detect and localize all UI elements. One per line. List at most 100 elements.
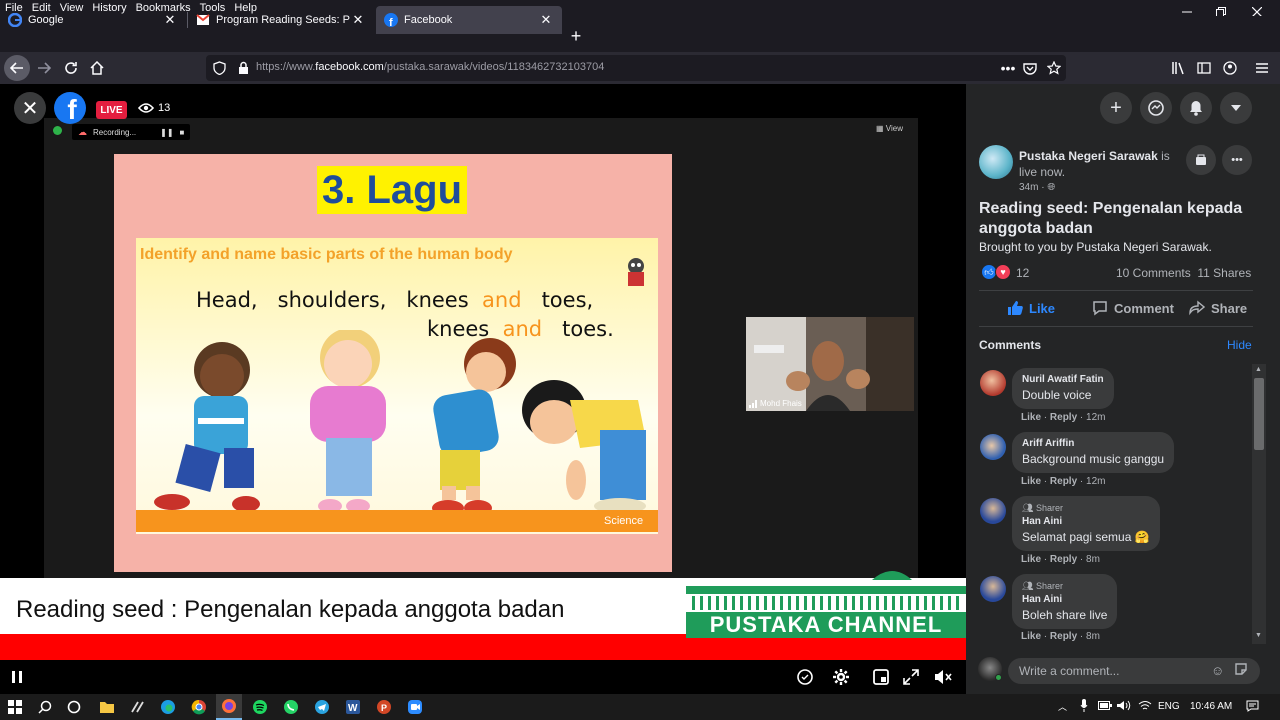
tab-google[interactable]: Google ✕ — [0, 6, 186, 34]
comment-meta: Like · Reply · 8m — [1021, 631, 1100, 642]
taskbar-telegram[interactable] — [312, 697, 332, 717]
google-favicon-icon — [8, 13, 22, 27]
tab-facebook[interactable]: f Facebook ✕ — [376, 6, 562, 34]
reload-button[interactable] — [59, 56, 83, 80]
commenter-name[interactable]: Ariff Ariffin — [1022, 437, 1164, 451]
shares-count[interactable]: 11 Shares — [1197, 266, 1251, 280]
language-indicator[interactable]: ENG — [1158, 701, 1180, 712]
post-options-button[interactable]: ••• — [1222, 145, 1252, 175]
taskbar-word[interactable]: W — [343, 697, 363, 717]
home-icon — [90, 61, 104, 75]
tab-close-icon[interactable]: ✕ — [162, 12, 178, 28]
emoji-icon[interactable]: ☺ — [1211, 663, 1224, 678]
pen-icon — [131, 701, 144, 713]
avatar[interactable] — [980, 498, 1006, 524]
like-button[interactable]: Like — [1007, 300, 1055, 316]
taskbar-file-explorer[interactable] — [97, 697, 117, 717]
signal-icon — [749, 400, 759, 408]
close-video-button[interactable]: ✕ — [14, 92, 46, 124]
pocket-button[interactable] — [1018, 56, 1042, 80]
reaction-count[interactable]: 12 — [1016, 266, 1029, 280]
forward-button[interactable] — [32, 56, 56, 80]
volume-icon[interactable] — [1117, 700, 1131, 711]
comment-reply-link[interactable]: Reply — [1050, 476, 1077, 487]
tab-close-icon[interactable]: ✕ — [350, 12, 366, 28]
account-button[interactable] — [1218, 56, 1242, 80]
comment-like-link[interactable]: Like — [1021, 412, 1041, 423]
back-button[interactable] — [4, 55, 30, 81]
facebook-logo[interactable]: f — [54, 92, 86, 124]
scroll-up-icon[interactable]: ▲ — [1255, 366, 1262, 373]
comment-reply-link[interactable]: Reply — [1050, 412, 1077, 423]
notification-center-icon[interactable] — [1246, 700, 1259, 712]
sticker-icon[interactable] — [1234, 662, 1248, 676]
taskbar-spotify[interactable] — [250, 697, 270, 717]
comment-button[interactable]: Comment — [1092, 300, 1174, 316]
taskbar-whatsapp[interactable] — [281, 697, 301, 717]
page-name-link[interactable]: Pustaka Negeri Sarawak — [1019, 149, 1158, 163]
scroll-down-icon[interactable]: ▼ — [1255, 632, 1262, 639]
arrow-right-icon — [38, 62, 51, 74]
lock-icon[interactable] — [238, 61, 249, 74]
save-post-button[interactable] — [1186, 145, 1216, 175]
taskbar-zoom[interactable] — [405, 697, 425, 717]
clock[interactable]: 10:46 AM — [1190, 701, 1232, 712]
fullscreen-button[interactable] — [900, 666, 922, 688]
taskbar-firefox[interactable] — [216, 694, 242, 720]
app-menu-button[interactable] — [1250, 56, 1274, 80]
pocket-icon — [1023, 62, 1037, 75]
post-time: 34m · 🌐︎ — [1019, 182, 1056, 193]
tab-close-icon[interactable]: ✕ — [538, 12, 554, 28]
miniplayer-button[interactable] — [870, 666, 892, 688]
hide-comments-link[interactable]: Hide — [1227, 338, 1252, 352]
microphone-icon[interactable] — [1080, 699, 1088, 712]
notifications-button[interactable] — [1180, 92, 1212, 124]
commenter-name[interactable]: Han Aini — [1022, 593, 1107, 607]
comment-reply-link[interactable]: Reply — [1050, 631, 1077, 642]
commenter-name[interactable]: Han Aini — [1022, 515, 1150, 529]
taskbar-chrome[interactable] — [189, 697, 209, 717]
comment-toggle-button[interactable] — [794, 666, 816, 688]
tab-label: Program Reading Seeds: Penge — [216, 14, 350, 26]
battery-icon[interactable] — [1098, 701, 1112, 710]
avatar[interactable] — [980, 434, 1006, 460]
comment-like-link[interactable]: Like — [1021, 554, 1041, 565]
mute-button[interactable] — [932, 666, 954, 688]
avatar[interactable] — [980, 576, 1006, 602]
page-avatar[interactable] — [979, 145, 1013, 179]
tray-chevron-icon[interactable]: ︿ — [1058, 700, 1067, 713]
tab-program-reading-seeds[interactable]: Program Reading Seeds: Penge ✕ — [188, 6, 374, 34]
comments-count[interactable]: 10 Comments — [1116, 266, 1191, 280]
love-reaction-icon: ♥ — [995, 264, 1011, 280]
new-tab-button[interactable]: + — [564, 24, 588, 48]
avatar[interactable] — [980, 370, 1006, 396]
pause-button[interactable] — [6, 666, 28, 688]
comment-like-link[interactable]: Like — [1021, 631, 1041, 642]
library-button[interactable] — [1166, 56, 1190, 80]
account-menu-button[interactable] — [1220, 92, 1252, 124]
search-button[interactable] — [35, 697, 55, 717]
task-view-button[interactable] — [64, 697, 84, 717]
webcam-name: Mohd Fhais — [760, 399, 802, 408]
shield-check-icon — [53, 126, 62, 135]
wifi-icon[interactable] — [1138, 700, 1152, 711]
messenger-button[interactable] — [1140, 92, 1172, 124]
page-actions-button[interactable]: ••• — [996, 56, 1020, 80]
player-controls — [0, 660, 966, 694]
word-icon: W — [346, 700, 360, 714]
shield-icon[interactable] — [213, 61, 226, 75]
home-button[interactable] — [85, 56, 109, 80]
comment-reply-link[interactable]: Reply — [1050, 554, 1077, 565]
commenter-name[interactable]: Nuril Awatif Fatin — [1022, 373, 1104, 387]
bookmark-button[interactable] — [1042, 56, 1066, 80]
start-button[interactable] — [5, 697, 25, 717]
scrollbar-thumb[interactable] — [1254, 378, 1264, 450]
taskbar-edge[interactable] — [158, 697, 178, 717]
settings-button[interactable] — [830, 666, 852, 688]
taskbar-powerpoint[interactable]: P — [374, 697, 394, 717]
share-button[interactable]: Share — [1189, 300, 1247, 316]
create-button[interactable]: + — [1100, 92, 1132, 124]
comment-like-link[interactable]: Like — [1021, 476, 1041, 487]
taskbar-app[interactable] — [128, 697, 148, 717]
sidebar-button[interactable] — [1192, 56, 1216, 80]
